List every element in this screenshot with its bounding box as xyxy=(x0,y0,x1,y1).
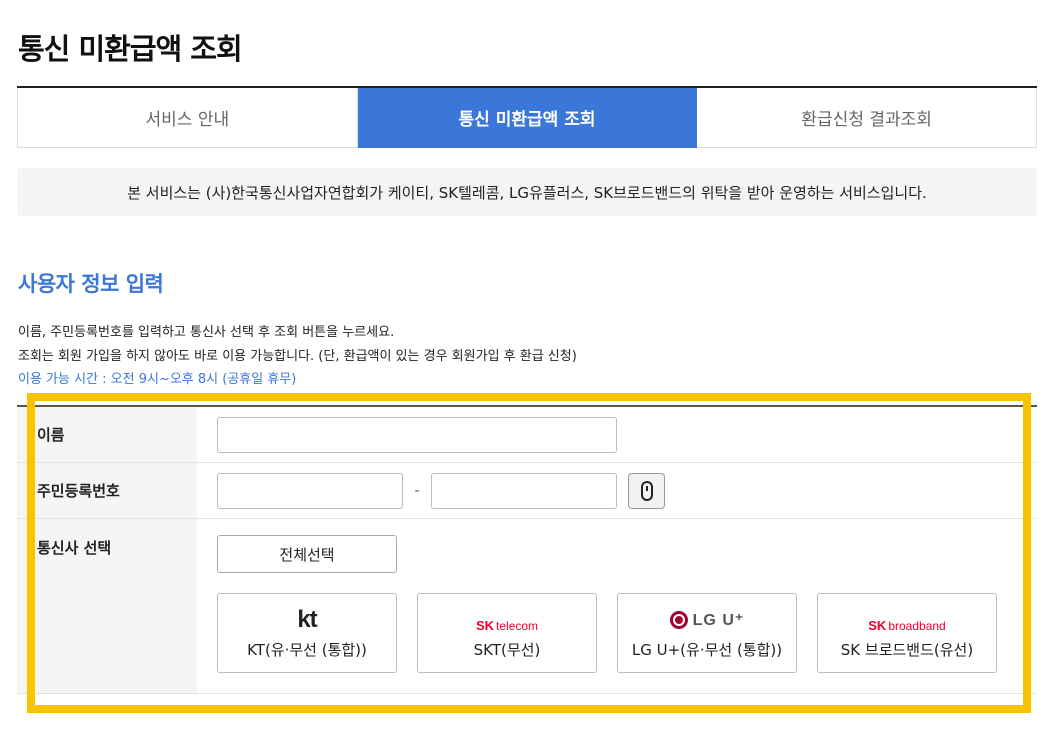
carrier-label: 통신사 선택 xyxy=(17,519,197,693)
rrn-second-input[interactable] xyxy=(431,472,617,509)
lgu-logo-text: LG U⁺ xyxy=(692,611,745,629)
skt-logo-text: SK xyxy=(475,617,495,633)
name-row: 이름 xyxy=(17,407,1037,463)
tab-refund-result[interactable]: 환급신청 결과조회 xyxy=(697,88,1038,148)
rrn-separator: - xyxy=(414,482,420,499)
rrn-label: 주민등록번호 xyxy=(17,463,197,518)
carrier-list: kt KT(유·무선 (통합)) SK telecom SKT(무선) LG U… xyxy=(217,593,997,673)
skt-logo-sub: telecom xyxy=(496,618,539,633)
carrier-kt-label: KT(유·무선 (통합)) xyxy=(247,640,367,659)
carrier-skt-label: SKT(무선) xyxy=(473,640,541,659)
tab-service-info[interactable]: 서비스 안내 xyxy=(17,88,358,148)
service-notice-text: 본 서비스는 (사)한국통신사업자연합회가 케이티, SK텔레콤, LG유플러스… xyxy=(127,183,927,202)
section-title: 사용자 정보 입력 xyxy=(18,272,164,296)
name-label: 이름 xyxy=(17,407,197,462)
user-info-form: 이름 주민등록번호 - 통신사 선택 전체선택 kt KT(유·무선 (통합))… xyxy=(17,405,1037,694)
service-hours: 이용 가능 시간 : 오전 9시~오후 8시 (공휴일 휴무) xyxy=(18,372,297,387)
carrier-kt-button[interactable]: kt KT(유·무선 (통합)) xyxy=(217,593,397,673)
kt-logo-text: kt xyxy=(297,605,317,633)
rrn-row: 주민등록번호 - xyxy=(17,463,1037,519)
carrier-skb-label: SK 브로드밴드(유선) xyxy=(840,640,974,659)
tab-bar: 서비스 안내 통신 미환급액 조회 환급신청 결과조회 xyxy=(17,86,1038,148)
service-notice: 본 서비스는 (사)한국통신사업자연합회가 케이티, SK텔레콤, LG유플러스… xyxy=(17,168,1037,216)
lg-circle-icon xyxy=(669,610,688,629)
skb-logo-sub: broadband xyxy=(888,618,946,633)
tab-refund-inquiry[interactable]: 통신 미환급액 조회 xyxy=(357,88,698,148)
kt-logo-icon: kt xyxy=(297,605,317,633)
carrier-skt-button[interactable]: SK telecom SKT(무선) xyxy=(417,593,597,673)
carrier-row: 통신사 선택 전체선택 kt KT(유·무선 (통합)) SK telecom … xyxy=(17,519,1037,694)
name-input[interactable] xyxy=(217,416,617,453)
carrier-lgu-label: LG U+(유·무선 (통합)) xyxy=(631,640,783,659)
select-all-button[interactable]: 전체선택 xyxy=(217,535,397,573)
rrn-first-input[interactable] xyxy=(217,472,403,509)
carrier-skb-button[interactable]: SK broadband SK 브로드밴드(유선) xyxy=(817,593,997,673)
mouse-icon xyxy=(640,480,653,501)
security-keypad-button[interactable] xyxy=(628,472,665,509)
skb-logo-text: SK xyxy=(868,617,887,633)
sk-broadband-logo-icon: SK broadband xyxy=(868,607,945,633)
page-title: 통신 미환급액 조회 xyxy=(18,32,243,66)
membership-note: 조회는 회원 가입을 하지 않아도 바로 이용 가능합니다. (단, 환급액이 … xyxy=(18,349,577,364)
carrier-lgu-button[interactable]: LG U⁺ LG U+(유·무선 (통합)) xyxy=(617,593,797,673)
instruction-text: 이름, 주민등록번호를 입력하고 통신사 선택 후 조회 버튼을 누르세요. xyxy=(18,325,395,340)
sk-telecom-logo-icon: SK telecom xyxy=(476,607,538,633)
lg-uplus-logo-icon: LG U⁺ xyxy=(669,607,745,633)
